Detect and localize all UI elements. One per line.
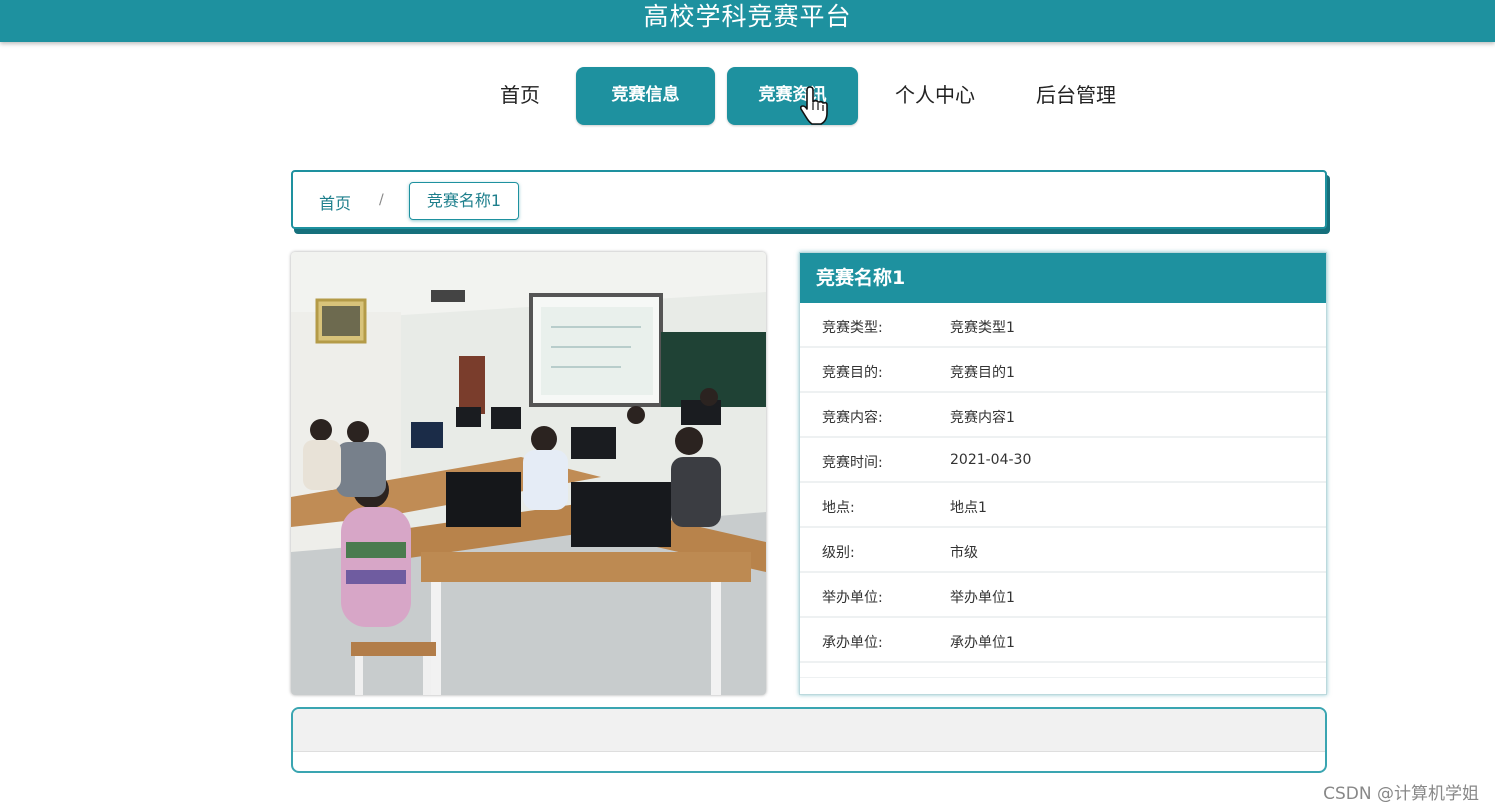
detail-value: 市级 (950, 545, 978, 561)
detail-value: 竞赛目的1 (950, 365, 1015, 381)
hand-pointer-icon (799, 86, 828, 125)
detail-label: 级别: (822, 545, 855, 561)
detail-value: 地点1 (950, 500, 987, 516)
detail-value: 举办单位1 (950, 590, 1015, 606)
detail-label: 竞赛目的: (822, 365, 883, 381)
content-box (291, 707, 1327, 773)
detail-value: 竞赛内容1 (950, 410, 1015, 426)
nav-personal-center[interactable]: 个人中心 (882, 67, 988, 125)
detail-label: 承办单位: (822, 635, 883, 651)
detail-row: 承办单位: 承办单位1 (800, 618, 1326, 663)
detail-row: 竞赛目的: 竞赛目的1 (800, 348, 1326, 393)
nav-home[interactable]: 首页 (488, 67, 552, 125)
detail-value: 竞赛类型1 (950, 320, 1015, 336)
detail-value: 承办单位1 (950, 635, 1015, 651)
detail-row: 竞赛时间: 2021-04-30 (800, 438, 1326, 483)
site-title: 高校学科竞赛平台 (643, 2, 852, 31)
competition-photo (291, 252, 766, 695)
detail-row: 举办单位: 举办单位1 (800, 573, 1326, 618)
detail-label: 地点: (822, 500, 855, 516)
detail-label: 竞赛时间: (822, 455, 883, 471)
detail-row: 级别: 市级 (800, 528, 1326, 573)
watermark-text: CSDN @计算机学姐 (1323, 784, 1479, 804)
detail-row: 地点: 地点1 (800, 483, 1326, 528)
breadcrumb: 首页 / 竞赛名称1 (291, 170, 1327, 229)
breadcrumb-current: 竞赛名称1 (409, 182, 519, 220)
detail-row: 竞赛类型: 竞赛类型1 (800, 303, 1326, 348)
top-header-bar: 高校学科竞赛平台 (0, 0, 1495, 42)
nav-competition-info[interactable]: 竞赛信息 (576, 67, 715, 125)
competition-title: 竞赛名称1 (800, 253, 1326, 303)
competition-detail-panel: 竞赛名称1 竞赛类型: 竞赛类型1 竞赛目的: 竞赛目的1 竞赛内容: 竞赛内容… (799, 252, 1327, 695)
nav-admin[interactable]: 后台管理 (1022, 67, 1130, 125)
detail-label: 竞赛内容: (822, 410, 883, 426)
detail-label: 举办单位: (822, 590, 883, 606)
content-box-header (293, 709, 1325, 752)
breadcrumb-separator: / (379, 192, 384, 208)
detail-row-spacer (800, 663, 1326, 678)
nav-competition-news[interactable]: 竞赛资讯 (727, 67, 858, 125)
breadcrumb-home-link[interactable]: 首页 (319, 190, 351, 214)
detail-row: 竞赛内容: 竞赛内容1 (800, 393, 1326, 438)
main-nav: 首页 竞赛信息 竞赛资讯 个人中心 后台管理 (0, 67, 1495, 127)
detail-value: 2021-04-30 (950, 452, 1032, 468)
detail-label: 竞赛类型: (822, 320, 883, 336)
